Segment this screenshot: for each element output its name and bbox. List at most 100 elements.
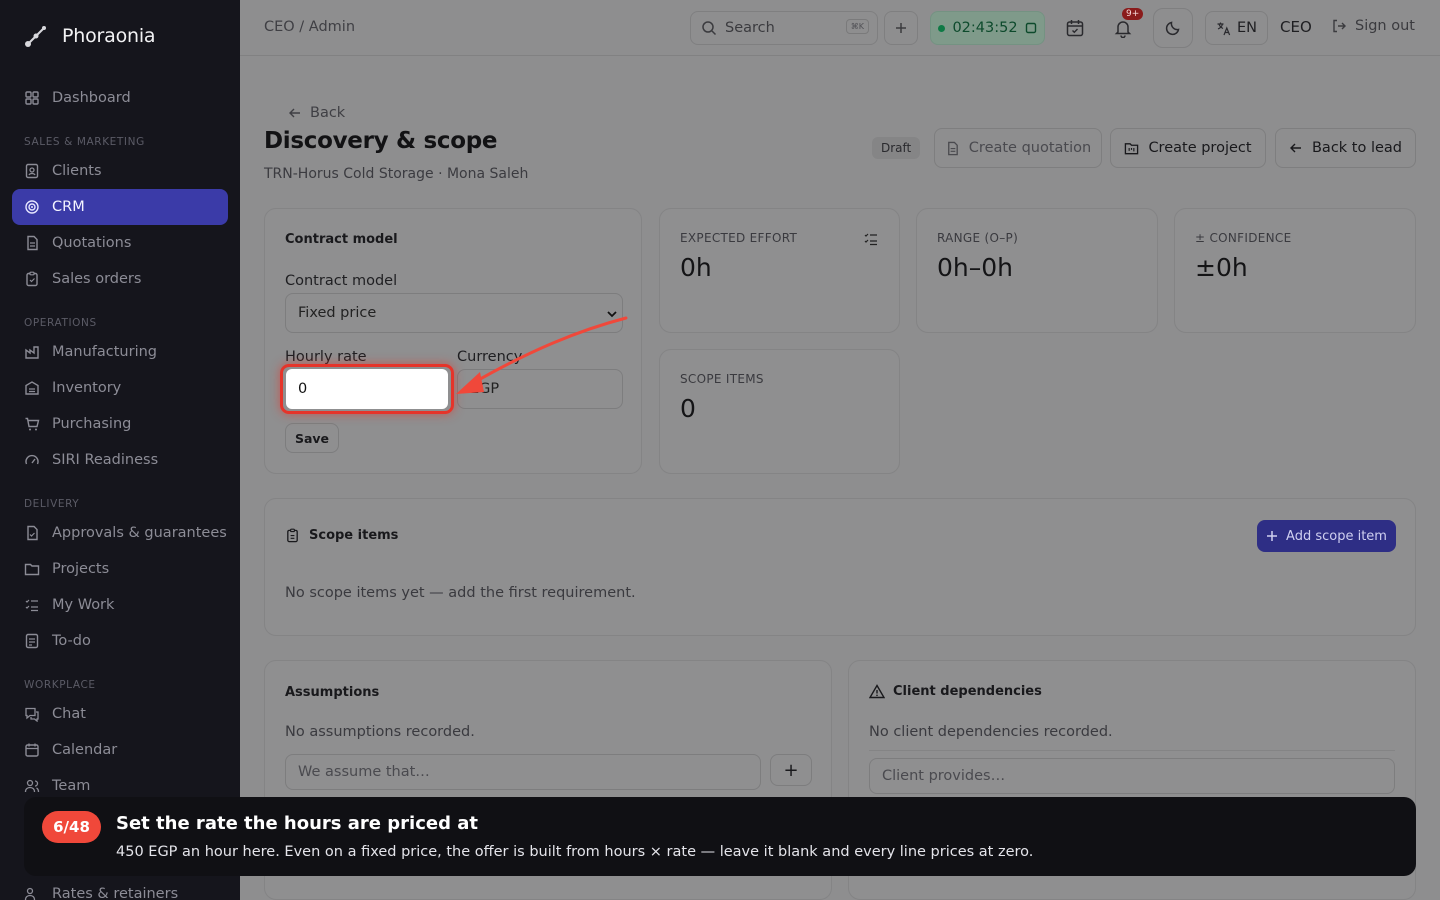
signout-button[interactable]: Sign out xyxy=(1331,18,1415,34)
sidebar-item-crm[interactable]: CRM xyxy=(12,189,228,225)
sidebar-item-chat[interactable]: Chat xyxy=(12,696,228,732)
dependency-input[interactable]: Client provides… xyxy=(869,758,1395,794)
signout-label: Sign out xyxy=(1355,18,1415,34)
sidebar-section-delivery: DELIVERY xyxy=(24,498,80,510)
list-checks-icon xyxy=(25,599,38,612)
empty-state: No assumptions recorded. xyxy=(285,724,475,740)
sidebar-item-clients[interactable]: Clients xyxy=(12,153,228,189)
card-title: Contract model xyxy=(285,232,398,247)
time-tracker[interactable]: 02:43:52 xyxy=(930,11,1045,45)
divider xyxy=(869,750,1395,751)
quick-add-button[interactable] xyxy=(884,11,918,45)
dependencies-header: Client dependencies xyxy=(869,684,1042,699)
back-to-lead-button[interactable]: Back to lead xyxy=(1275,128,1416,168)
document-icon xyxy=(27,235,38,251)
search-icon xyxy=(702,21,717,36)
sidebar-item-inventory[interactable]: Inventory xyxy=(12,370,228,406)
role-label[interactable]: CEO xyxy=(1280,18,1312,36)
theme-toggle-button[interactable] xyxy=(1153,8,1193,48)
tour-title: Set the rate the hours are priced at xyxy=(116,813,478,834)
create-project-label: Create project xyxy=(1148,140,1252,156)
back-label: Back xyxy=(310,105,346,121)
sidebar-item-rates-retainers[interactable]: Rates & retainers xyxy=(12,876,228,900)
tour-step-badge: 6/48 xyxy=(42,811,101,843)
folder-kanban-icon xyxy=(1125,142,1139,154)
brand[interactable]: Phoraonia xyxy=(22,22,156,50)
save-button[interactable]: Save xyxy=(285,423,339,453)
sidebar-item-label: Chat xyxy=(52,706,86,722)
sidebar-item-to-do[interactable]: To-do xyxy=(12,623,228,659)
notifications-button[interactable] xyxy=(1113,18,1133,38)
stat-value: 0h xyxy=(680,253,712,282)
sidebar-item-label: Dashboard xyxy=(52,90,131,106)
confidence-card: ± CONFIDENCE ±0h xyxy=(1174,208,1416,333)
factory-icon xyxy=(25,346,39,359)
sidebar-item-calendar[interactable]: Calendar xyxy=(12,732,228,768)
sidebar-item-label: Manufacturing xyxy=(52,344,157,360)
sidebar-section-sales: SALES & MARKETING xyxy=(24,136,145,148)
sidebar-item-label: SIRI Readiness xyxy=(52,452,159,468)
document-icon xyxy=(947,141,958,155)
sidebar-item-manufacturing[interactable]: Manufacturing xyxy=(12,334,228,370)
sidebar-item-label: Approvals & guarantees xyxy=(52,525,227,541)
sidebar-item-my-work[interactable]: My Work xyxy=(12,587,228,623)
contact-card-icon xyxy=(25,163,39,179)
create-quotation-button[interactable]: Create quotation xyxy=(934,128,1102,168)
plus-icon xyxy=(1267,531,1278,541)
sidebar-item-dashboard[interactable]: Dashboard xyxy=(12,80,228,116)
sidebar-item-label: Team xyxy=(52,778,91,794)
tour-arrow-icon xyxy=(456,316,628,394)
moon-icon xyxy=(1165,21,1180,36)
file-check-icon xyxy=(27,525,38,541)
language-button[interactable]: EN xyxy=(1205,11,1268,45)
sidebar-item-siri-readiness[interactable]: SIRI Readiness xyxy=(12,442,228,478)
users-icon xyxy=(24,887,36,900)
stop-icon[interactable] xyxy=(1025,22,1037,34)
create-quotation-label: Create quotation xyxy=(968,140,1092,156)
page-title: Discovery & scope xyxy=(264,128,498,154)
sidebar-item-quotations[interactable]: Quotations xyxy=(12,225,228,261)
sidebar-item-projects[interactable]: Projects xyxy=(12,551,228,587)
search-placeholder: Search xyxy=(725,20,775,36)
stat-value: 0 xyxy=(680,394,696,423)
stat-value: 0h–0h xyxy=(937,253,1014,282)
search-shortcut: ⌘K xyxy=(845,19,869,34)
sidebar-item-label: CRM xyxy=(52,199,85,215)
calendar-button[interactable] xyxy=(1065,18,1085,38)
range-card: RANGE (O–P) 0h–0h xyxy=(916,208,1158,333)
language-label: EN xyxy=(1236,20,1257,36)
sidebar-item-approvals[interactable]: Approvals & guarantees xyxy=(12,515,228,551)
back-link[interactable]: Back xyxy=(288,105,345,121)
chat-icon xyxy=(25,707,39,722)
tour-body: 450 EGP an hour here. Even on a fixed pr… xyxy=(116,844,1034,860)
dependency-placeholder: Client provides… xyxy=(882,768,1006,784)
hourly-rate-input[interactable]: 0 xyxy=(286,369,448,409)
empty-state: No client dependencies recorded. xyxy=(869,724,1113,740)
arrow-left-icon xyxy=(289,108,300,118)
add-scope-item-button[interactable]: Add scope item xyxy=(1257,520,1396,552)
search-input[interactable]: Search ⌘K xyxy=(690,11,878,45)
translate-icon xyxy=(1217,22,1231,35)
add-assumption-button[interactable]: + xyxy=(770,754,812,786)
cart-icon xyxy=(25,417,40,431)
assumption-input[interactable]: We assume that… xyxy=(285,754,761,790)
sidebar-item-sales-orders[interactable]: Sales orders xyxy=(12,261,228,297)
sidebar-item-label: Inventory xyxy=(52,380,122,396)
create-project-button[interactable]: Create project xyxy=(1110,128,1266,168)
card-title: Assumptions xyxy=(285,685,380,700)
calendar-icon xyxy=(25,743,39,757)
sidebar-item-label: Rates & retainers xyxy=(52,886,179,900)
sidebar-item-label: Quotations xyxy=(52,235,132,251)
card-title: Scope items xyxy=(309,528,399,543)
clipboard-list-icon xyxy=(287,528,298,543)
calendar-check-icon xyxy=(1066,20,1084,37)
scope-items-card: Scope items Add scope item No scope item… xyxy=(264,498,1416,636)
sidebar-section-workplace: WORKPLACE xyxy=(24,679,96,691)
gauge-icon xyxy=(25,454,39,465)
scope-items-count-card: SCOPE ITEMS 0 xyxy=(659,349,900,474)
logout-icon xyxy=(1333,19,1346,33)
sidebar-item-label: Sales orders xyxy=(52,271,142,287)
sidebar-item-purchasing[interactable]: Purchasing xyxy=(12,406,228,442)
users-icon xyxy=(24,779,40,793)
hourly-rate-label: Hourly rate xyxy=(285,349,367,365)
